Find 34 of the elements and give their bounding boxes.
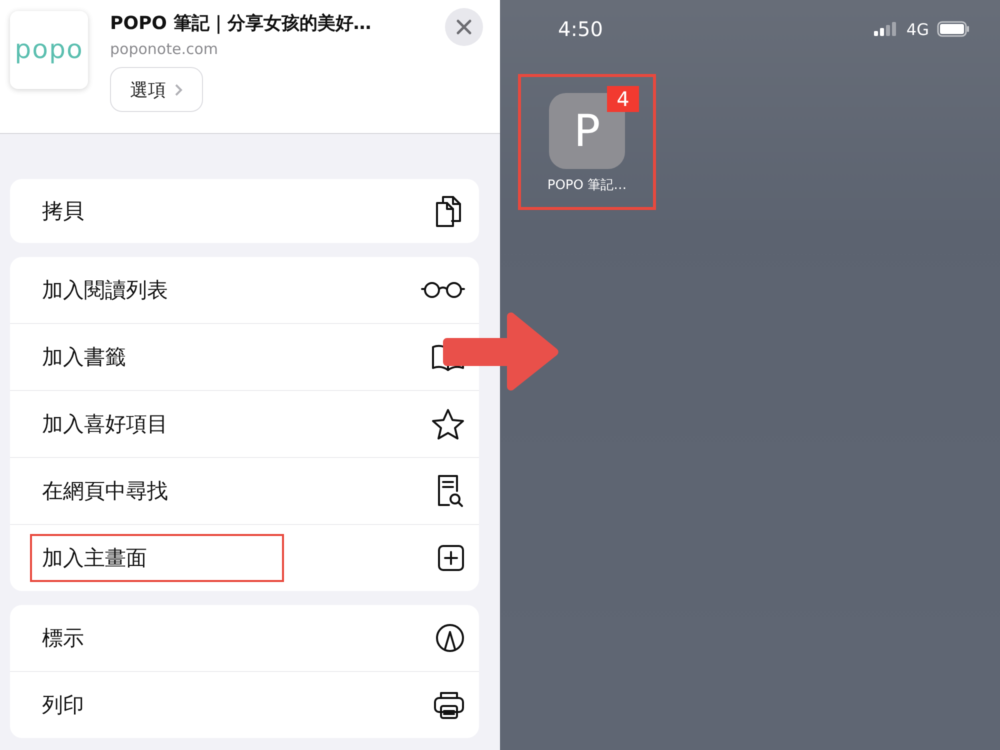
- menu-item-label: 拷貝: [41, 198, 85, 225]
- menu-item-label: 加入書籤: [41, 344, 127, 371]
- page-url: poponote.com: [110, 40, 219, 58]
- close-icon: [456, 19, 472, 35]
- signal-icon: [874, 22, 898, 36]
- markup-pen-icon: [435, 623, 465, 653]
- close-button[interactable]: [445, 8, 483, 46]
- menu-item-label: 標示: [41, 625, 85, 652]
- options-button[interactable]: 選項: [110, 67, 203, 112]
- app-name: POPO 筆記…: [547, 177, 627, 194]
- status-time: 4:50: [558, 17, 603, 41]
- find-in-page-icon: [435, 474, 465, 508]
- menu-item[interactable]: 加入主畫面: [10, 524, 479, 591]
- menu-item-label: 加入喜好項目: [41, 411, 169, 438]
- star-icon: [431, 408, 465, 440]
- menu-item[interactable]: 加入閱讀列表: [10, 257, 479, 323]
- glasses-icon: [421, 280, 465, 300]
- menu-item-label: 列印: [41, 692, 85, 719]
- menu-item[interactable]: 拷貝: [10, 179, 479, 243]
- printer-icon: [433, 690, 465, 720]
- chevron-right-icon: [174, 82, 183, 96]
- add-square-icon: [437, 544, 465, 572]
- menu-item-label: 在網頁中尋找: [41, 478, 169, 505]
- menu-item[interactable]: 標示: [10, 605, 479, 671]
- menu-item[interactable]: 加入喜好項目: [10, 390, 479, 457]
- site-logo: popo: [10, 11, 88, 89]
- menu-item-label: 加入閱讀列表: [41, 277, 169, 304]
- notification-badge: 4: [607, 86, 639, 112]
- battery-icon: [937, 21, 970, 37]
- menu-item-label: 加入主畫面: [30, 534, 284, 582]
- menu-item[interactable]: 在網頁中尋找: [10, 457, 479, 524]
- network-label: 4G: [906, 20, 929, 38]
- menu-item[interactable]: 列印: [10, 671, 479, 738]
- page-title: POPO 筆記｜分享女孩的美好…: [110, 12, 372, 35]
